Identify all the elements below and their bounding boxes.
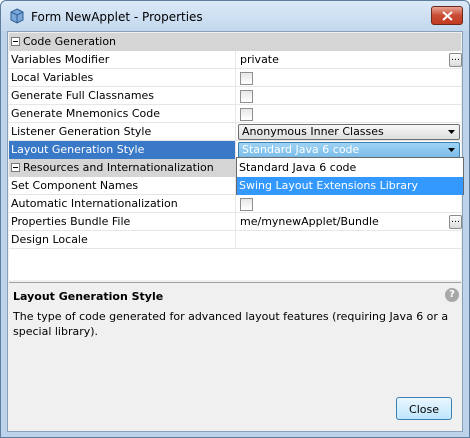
dropdown-option-highlighted[interactable]: Swing Layout Extensions Library bbox=[237, 177, 463, 195]
checkbox[interactable] bbox=[240, 90, 253, 103]
checkbox[interactable] bbox=[240, 108, 253, 121]
prop-design-locale[interactable]: Design Locale bbox=[9, 231, 461, 249]
window-title: Form NewApplet - Properties bbox=[31, 10, 203, 24]
prop-local-variables[interactable]: Local Variables bbox=[9, 69, 461, 87]
divider bbox=[9, 282, 461, 283]
help-description: The type of code generated for advanced … bbox=[13, 310, 449, 338]
combo-value: Anonymous Inner Classes bbox=[242, 125, 384, 138]
listener-style-combo[interactable]: Anonymous Inner Classes bbox=[238, 124, 460, 140]
combo-value: Standard Java 6 code bbox=[242, 143, 360, 156]
layout-style-combo[interactable]: Standard Java 6 code bbox=[238, 142, 460, 158]
prop-value[interactable] bbox=[237, 231, 461, 249]
layout-style-dropdown[interactable]: Standard Java 6 code Swing Layout Extens… bbox=[236, 157, 464, 195]
help-title: Layout Generation Style bbox=[13, 290, 164, 303]
help-panel: Layout Generation Style ? The type of co… bbox=[9, 282, 461, 382]
prop-value[interactable]: private bbox=[237, 51, 461, 69]
collapse-toggle-icon[interactable] bbox=[11, 163, 20, 172]
prop-variables-modifier[interactable]: Variables Modifier private … bbox=[9, 51, 462, 69]
prop-name: Generate Mnemonics Code bbox=[9, 105, 236, 123]
prop-name: Variables Modifier bbox=[9, 51, 236, 69]
window-close-button[interactable] bbox=[431, 6, 463, 25]
prop-bundle-file[interactable]: Properties Bundle File me/mynewApplet/Bu… bbox=[9, 213, 462, 231]
prop-name: Generate Full Classnames bbox=[9, 87, 236, 105]
help-question-icon[interactable]: ? bbox=[445, 288, 459, 302]
prop-name: Design Locale bbox=[9, 231, 236, 249]
prop-automatic-i18n[interactable]: Automatic Internationalization bbox=[9, 195, 461, 213]
checkbox[interactable] bbox=[240, 198, 253, 211]
category-label: Resources and Internationalization bbox=[23, 161, 214, 174]
prop-name: Listener Generation Style bbox=[9, 123, 236, 141]
prop-name: Set Component Names bbox=[9, 177, 236, 195]
title-bar[interactable]: Form NewApplet - Properties bbox=[1, 1, 469, 31]
close-x-icon bbox=[442, 11, 453, 21]
prop-name: Local Variables bbox=[9, 69, 236, 87]
prop-listener-style[interactable]: Listener Generation Style Anonymous Inne… bbox=[9, 123, 461, 141]
prop-value[interactable]: me/mynewApplet/Bundle bbox=[237, 213, 461, 231]
ellipsis-button[interactable]: … bbox=[449, 215, 462, 229]
prop-generate-mnemonics[interactable]: Generate Mnemonics Code bbox=[9, 105, 461, 123]
chevron-down-icon bbox=[448, 130, 455, 134]
prop-name: Layout Generation Style bbox=[9, 141, 236, 159]
collapse-toggle-icon[interactable] bbox=[11, 37, 20, 46]
properties-window: Form NewApplet - Properties Code Generat… bbox=[0, 0, 470, 438]
ellipsis-button[interactable]: … bbox=[449, 53, 462, 67]
dropdown-option[interactable]: Standard Java 6 code bbox=[237, 159, 463, 177]
prop-generate-full-classnames[interactable]: Generate Full Classnames bbox=[9, 87, 461, 105]
checkbox[interactable] bbox=[240, 72, 253, 85]
category-code-generation[interactable]: Code Generation bbox=[9, 33, 461, 51]
chevron-down-icon bbox=[448, 148, 455, 152]
prop-name: Automatic Internationalization bbox=[9, 195, 236, 213]
category-label: Code Generation bbox=[23, 35, 117, 48]
dialog-content: Code Generation Variables Modifier priva… bbox=[7, 31, 464, 432]
prop-name: Properties Bundle File bbox=[9, 213, 236, 231]
netbeans-cube-icon bbox=[9, 8, 25, 24]
close-button[interactable]: Close bbox=[396, 397, 452, 420]
